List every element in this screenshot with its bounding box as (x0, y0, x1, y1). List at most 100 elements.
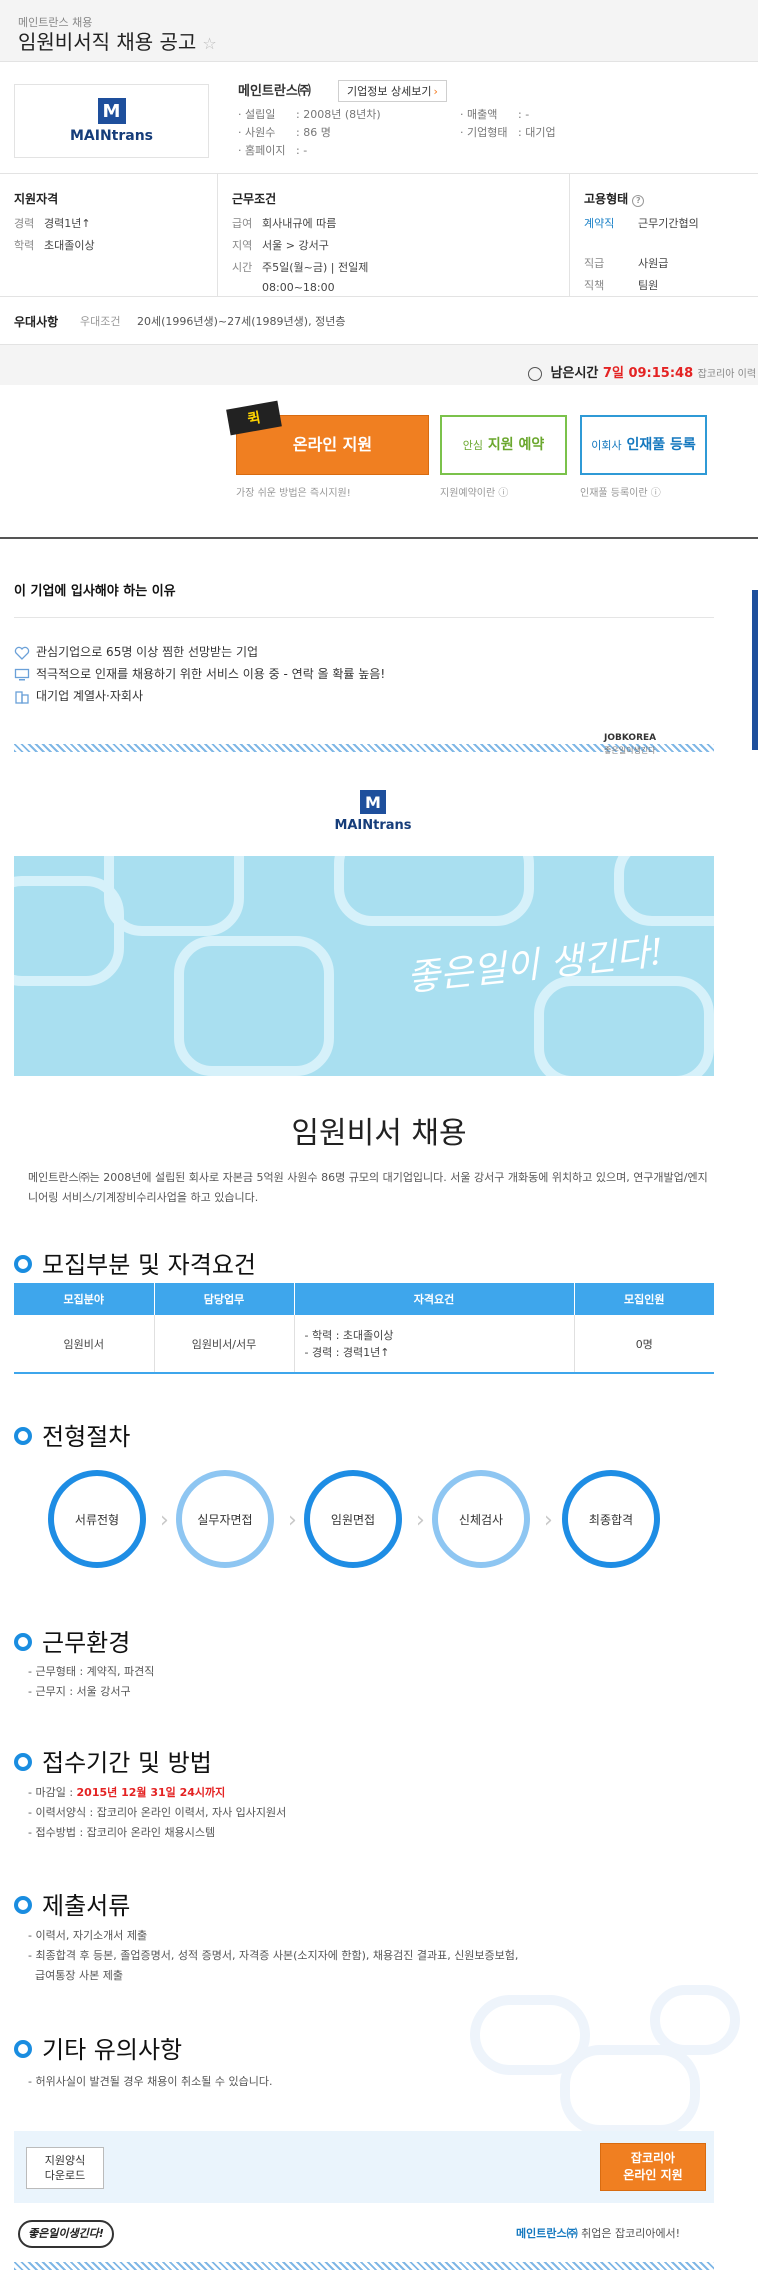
row-value: 회사내규에 따름 (262, 217, 337, 230)
process-step: 신체검사 (432, 1470, 530, 1568)
field-revenue: · 매출액: - (460, 106, 690, 122)
jobkorea-logo: JOBKOREA 좋은일이생긴다 (604, 733, 684, 763)
section-title: 기타 유의사항 (42, 2036, 183, 2064)
footer-company[interactable]: 메인트란스㈜ (516, 2227, 578, 2240)
download-line: 지원양식 (44, 2154, 86, 2167)
table-header: 모집인원 (574, 1283, 714, 1315)
row-value: 주5일(월~금) | 전일제 (262, 261, 369, 274)
page-title: 임원비서직 채용 공고 ☆ (18, 26, 217, 55)
remaining-label: 남은시간 (550, 366, 599, 381)
posting-header: 메인트란스 채용 임원비서직 채용 공고 ☆ (0, 0, 758, 62)
logo-mark: M (97, 98, 126, 124)
logo-mark: M (360, 790, 386, 814)
field-founded: · 설립일 : 2008년 (8년차) (238, 106, 468, 122)
reason-text: 관심기업으로 65명 이상 찜한 선망받는 기업 (36, 645, 259, 659)
company-detail-label: 기업정보 상세보기 (347, 85, 432, 98)
section-heading: 전형절차 (14, 1417, 130, 1452)
employment-row: 직책 팀원 (584, 277, 758, 293)
job-conditions: 지원자격 경력 경력1년↑ 학력 초대졸이상 근무조건 급여 회사내규에 따름 지역 서… (0, 174, 758, 297)
list-item: - 근무형태 : 계약직, 파견직 (28, 1665, 155, 1678)
table-row: 임원비서 임원비서/서무 - 학력 : 초대졸이상 - 경력 : 경력1년↑ 0명 (14, 1315, 714, 1374)
reason-text: 적극적으로 인재를 채용하기 위한 서비스 이용 중 - 연락 올 확률 높음! (36, 667, 386, 681)
benefit-row: 우대사항 우대조건 20세(1996년생)~27세(1989년생), 정년층 (0, 297, 758, 345)
field-label: · 사원수 (238, 126, 276, 139)
env-list: - 근무형태 : 계약직, 파견직 - 근무지 : 서울 강서구 (28, 1662, 154, 1702)
company-logo: M MAINtrans (14, 84, 209, 158)
row-key: 직책 (584, 279, 605, 292)
list-item: - 허위사실이 발견될 경우 채용이 취소될 수 있습니다. (28, 2075, 273, 2088)
chevron-right-icon: › (416, 1508, 425, 1533)
table-cell: 임원비서 (14, 1315, 155, 1374)
apply-area: 온라인 지원 퀵 가장 쉬운 방법은 즉시지원! 안심 지원 예약 지원예약이란… (0, 385, 758, 530)
work-row: 지역 서울 > 강서구 (232, 237, 569, 253)
work-row: 급여 회사내규에 따름 (232, 215, 569, 231)
benefit-sub-label: 우대조건 (80, 315, 121, 328)
work-column: 근무조건 급여 회사내규에 따름 지역 서울 > 강서구 시간 주5일(월~금) | … (218, 174, 570, 297)
row-value[interactable]: 서울 > 강서구 (262, 239, 329, 252)
reason-text: 대기업 계열사·자회사 (36, 689, 143, 703)
logo-text: MAINtrans (334, 818, 412, 833)
period-list: - 마감일 : 2015년 12월 31일 24시까지 - 이력서양식 : 잡코… (28, 1783, 286, 1843)
apply-line: 잡코리아 (630, 2151, 676, 2165)
circle-icon (14, 1255, 32, 1273)
field-value: : 2008년 (8년차) (296, 108, 381, 121)
field-value: : 대기업 (518, 126, 556, 139)
section-title: 근무환경 (42, 1629, 131, 1657)
decorative-shape (650, 1985, 740, 2055)
row-key: 학력 (14, 239, 35, 252)
help-icon[interactable]: ? (632, 195, 645, 207)
qualification-title: 지원자격 (14, 192, 59, 206)
job-posting-page: 메인트란스 채용 임원비서직 채용 공고 ☆ M MAINtrans 메인트란스㈜… (0, 0, 758, 2278)
star-icon[interactable]: ☆ (202, 34, 216, 53)
heart-icon (14, 646, 30, 660)
field-label: · 기업형태 (460, 126, 508, 139)
bottom-apply-button[interactable]: 잡코리아온라인 지원 (600, 2143, 706, 2191)
field-label: · 설립일 (238, 108, 276, 121)
company-intro: 메인트란스㈜는 2008년에 설립된 회사로 자본금 5억원 사원수 86명 규… (28, 1171, 708, 1204)
banner-shape (174, 936, 334, 1076)
row-key: 직급 (584, 257, 605, 270)
section-title: 접수기간 및 방법 (42, 1749, 212, 1777)
list-item: - 마감일 : 2015년 12월 31일 24시까지 (28, 1783, 286, 1803)
banner-shape (534, 976, 714, 1076)
table-header-row: 모집분야 담당업무 자격요건 모집인원 (14, 1283, 714, 1315)
row-key: 급여 (232, 217, 253, 230)
remaining-suffix: 잡코리아 이력 (697, 369, 757, 380)
apply-line: 온라인 지원 (623, 2168, 683, 2182)
work-row: 08:00~18:00 (232, 281, 569, 294)
row-key: 계약직 (584, 217, 615, 230)
footer-logo: 좋은일이생긴다! (18, 2220, 114, 2248)
field-value: : - (296, 144, 308, 157)
employment-row: 계약직 근무기간협의 (584, 215, 758, 231)
process-step: 서류전형 (48, 1470, 146, 1568)
employment-column: 고용형태 ? 계약직 근무기간협의 직급 사원급 직책 팀원 (570, 174, 758, 297)
list-item: - 이력서양식 : 잡코리아 온라인 이력서, 자사 입사지원서 (28, 1806, 287, 1819)
talent-pool-button[interactable]: 이회사 인재풀 등록 (580, 415, 707, 475)
remaining-clock: 09:15:48 (628, 366, 694, 381)
work-title: 근무조건 (232, 192, 277, 206)
section-heading: 접수기간 및 방법 (14, 1743, 212, 1778)
process-step: 임원면접 (304, 1470, 402, 1568)
company-logo-large: M MAINtrans (318, 790, 428, 833)
reserve-hint[interactable]: 지원예약이란 ⓘ (440, 484, 508, 499)
banner-shape (614, 856, 714, 926)
download-line: 다운로드 (44, 2169, 86, 2182)
row-value: 경력1년↑ (44, 217, 91, 230)
company-name[interactable]: 메인트란스㈜ (238, 80, 311, 99)
field-value: : - (518, 108, 530, 121)
company-detail-button[interactable]: 기업정보 상세보기 › (338, 80, 447, 102)
list-item: - 접수방법 : 잡코리아 온라인 채용시스템 (28, 1826, 216, 1839)
reserve-apply-button[interactable]: 안심 지원 예약 (440, 415, 567, 475)
footer-tagline: 취업은 잡코리아에서! (577, 2227, 681, 2240)
register-hint[interactable]: 인재풀 등록이란 ⓘ (580, 484, 661, 499)
reasons-title: 이 기업에 입사해야 하는 이유 (14, 584, 176, 599)
building-icon (14, 690, 30, 704)
jobkorea-name: JOBKOREA (604, 733, 657, 743)
table-cell: - 학력 : 초대졸이상 - 경력 : 경력1년↑ (294, 1315, 575, 1374)
deadline-label: - 마감일 : (28, 1786, 74, 1799)
footer-text: 메인트란스㈜ 취업은 잡코리아에서! (516, 2225, 680, 2241)
decorative-shape (560, 2045, 700, 2135)
field-value: : 86 명 (296, 126, 331, 139)
etc-list: - 허위사실이 발견될 경우 채용이 취소될 수 있습니다. (28, 2072, 272, 2092)
form-download-button[interactable]: 지원양식다운로드 (26, 2147, 104, 2189)
